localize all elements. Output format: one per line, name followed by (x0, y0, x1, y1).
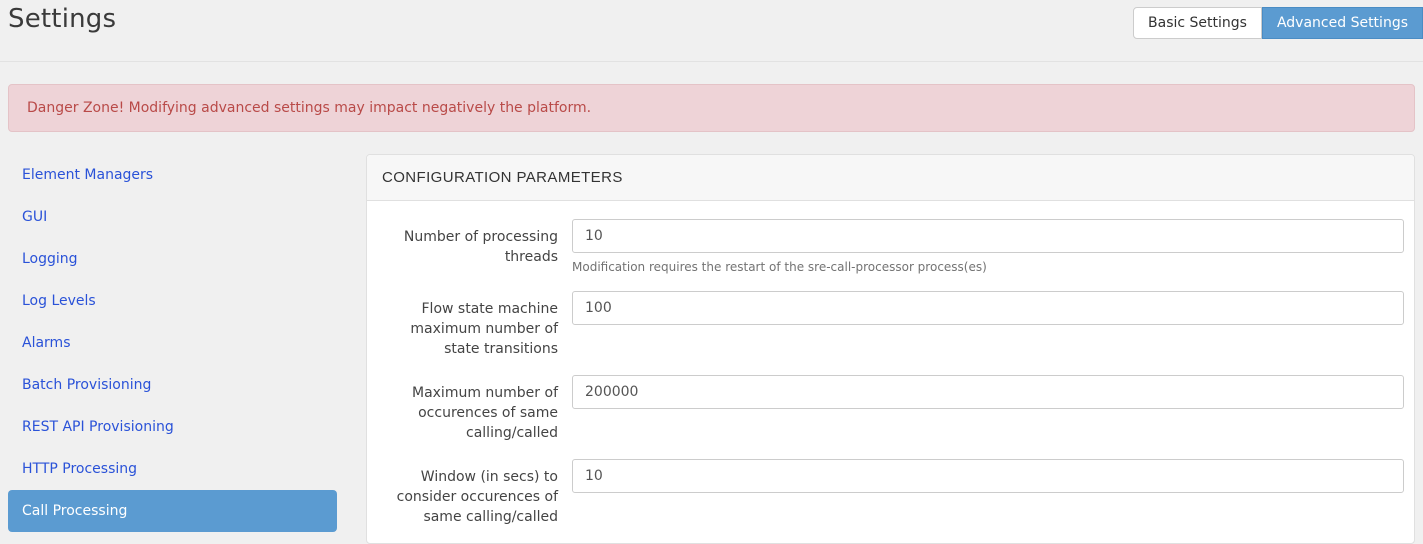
sidebar-item-call-processing[interactable]: Call Processing (8, 490, 337, 532)
input-processing-threads[interactable] (572, 219, 1404, 253)
control-max-occurences (572, 375, 1404, 409)
sidebar-item-gui[interactable]: GUI (8, 196, 337, 238)
input-max-occurences[interactable] (572, 375, 1404, 409)
sidebar-item-log-levels[interactable]: Log Levels (8, 280, 337, 322)
sidebar-item-rest-api-provisioning[interactable]: REST API Provisioning (8, 406, 337, 448)
form-row-state-transitions: Flow state machine maximum number of sta… (367, 291, 1414, 359)
sidebar-item-batch-provisioning[interactable]: Batch Provisioning (8, 364, 337, 406)
label-state-transitions: Flow state machine maximum number of sta… (410, 301, 558, 357)
advanced-settings-button[interactable]: Advanced Settings (1261, 7, 1423, 39)
settings-sidebar: Element Managers GUI Logging Log Levels … (8, 154, 337, 532)
configuration-panel-header: CONFIGURATION PARAMETERS (367, 155, 1414, 201)
page-title: Settings (8, 4, 117, 34)
label-occurences-window: Window (in secs) to consider occurences … (396, 469, 558, 525)
page-header: Settings Basic Settings Advanced Setting… (0, 0, 1423, 62)
sidebar-item-http-processing[interactable]: HTTP Processing (8, 448, 337, 490)
label-max-occurences: Maximum number of occurences of same cal… (411, 385, 558, 441)
sidebar-item-element-managers[interactable]: Element Managers (8, 154, 337, 196)
sidebar-item-alarms[interactable]: Alarms (8, 322, 337, 364)
form-row-occurences-window: Window (in secs) to consider occurences … (367, 459, 1414, 527)
control-processing-threads: Modification requires the restart of the… (572, 219, 1404, 275)
control-occurences-window (572, 459, 1404, 493)
basic-settings-button[interactable]: Basic Settings (1133, 7, 1262, 39)
help-processing-threads: Modification requires the restart of the… (572, 260, 987, 274)
sidebar-item-logging[interactable]: Logging (8, 238, 337, 280)
danger-banner-wrapper: Danger Zone! Modifying advanced settings… (0, 62, 1423, 132)
input-state-transitions[interactable] (572, 291, 1404, 325)
configuration-panel: CONFIGURATION PARAMETERS Number of proce… (366, 154, 1415, 544)
danger-zone-message: Danger Zone! Modifying advanced settings… (27, 100, 592, 116)
configuration-panel-body: Number of processing threads Modificatio… (367, 201, 1414, 527)
input-occurences-window[interactable] (572, 459, 1404, 493)
form-row-processing-threads: Number of processing threads Modificatio… (367, 219, 1414, 275)
configuration-panel-title: CONFIGURATION PARAMETERS (382, 169, 623, 186)
danger-zone-banner: Danger Zone! Modifying advanced settings… (8, 84, 1415, 132)
settings-mode-toggle[interactable]: Basic Settings Advanced Settings (1133, 7, 1423, 39)
content-area: Element Managers GUI Logging Log Levels … (0, 132, 1423, 544)
form-row-max-occurences: Maximum number of occurences of same cal… (367, 375, 1414, 443)
control-state-transitions (572, 291, 1404, 325)
label-processing-threads: Number of processing threads (403, 229, 558, 265)
